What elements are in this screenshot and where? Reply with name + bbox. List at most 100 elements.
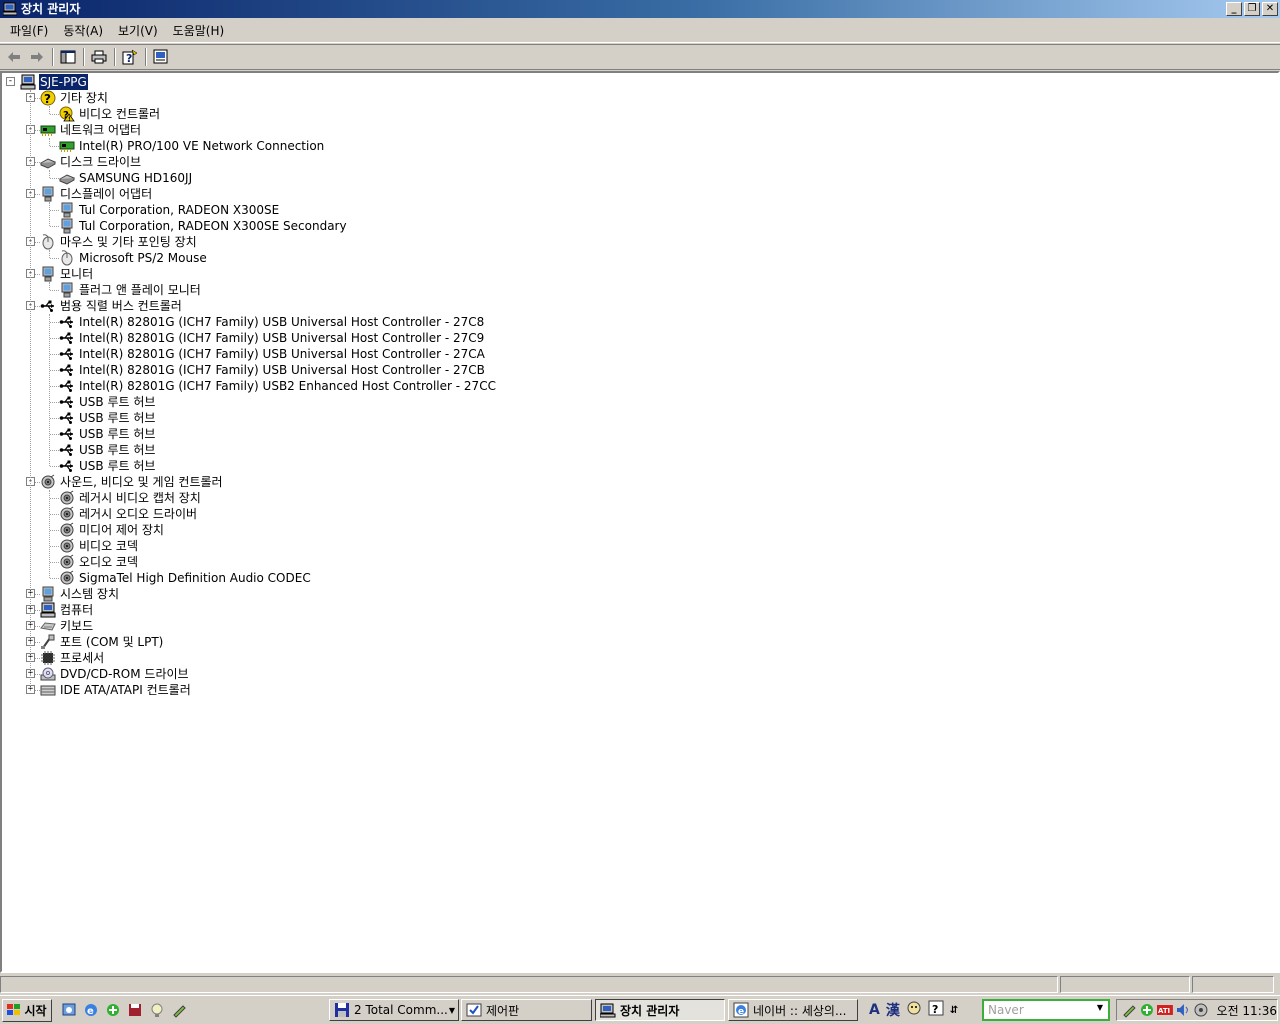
sound-icon: [59, 538, 75, 554]
tree-device-item[interactable]: 미디어 제어 장치: [59, 522, 165, 538]
tree-device-item[interactable]: USB 루트 허브: [59, 394, 156, 410]
menu-file[interactable]: 파일(F): [4, 20, 54, 41]
tree-device-item[interactable]: Microsoft PS/2 Mouse: [59, 250, 208, 266]
tree-device-item[interactable]: USB 루트 허브: [59, 410, 156, 426]
pen-icon[interactable]: [1121, 1002, 1137, 1018]
tree-device-item[interactable]: SigmaTel High Definition Audio CODEC: [59, 570, 312, 586]
ime-menu-icon[interactable]: ⇵: [950, 1005, 958, 1016]
usb-icon: [59, 362, 75, 378]
clock[interactable]: 오전 11:36: [1217, 1002, 1277, 1019]
tree-device-item[interactable]: Intel(R) 82801G (ICH7 Family) USB2 Enhan…: [59, 378, 497, 394]
tree-device-item[interactable]: USB 루트 허브: [59, 458, 156, 474]
tree-node-label: 기타 장치: [60, 91, 108, 105]
properties-icon[interactable]: [150, 47, 172, 67]
close-button[interactable]: ✕: [1262, 2, 1278, 16]
volume-icon[interactable]: [1175, 1002, 1191, 1018]
sound-icon: [59, 522, 75, 538]
back-arrow-icon[interactable]: [3, 47, 25, 67]
menu-help[interactable]: 도움말(H): [167, 20, 231, 41]
search-input[interactable]: Naver ▼: [982, 999, 1110, 1021]
usb-icon: [59, 330, 75, 346]
tree-category[interactable]: 디스크 드라이브: [39, 154, 142, 170]
forward-arrow-icon[interactable]: [26, 47, 48, 67]
tree-category[interactable]: 시스템 장치: [40, 586, 120, 602]
tree-device-item[interactable]: 레거시 비디오 캡처 장치: [59, 490, 202, 506]
minimize-button[interactable]: _: [1226, 2, 1242, 16]
tree-device-item[interactable]: USB 루트 허브: [59, 442, 156, 458]
tree-device-item[interactable]: 레거시 오디오 드라이버: [59, 506, 198, 522]
tree-node-label: DVD/CD-ROM 드라이브: [60, 667, 189, 681]
tree-root-computer[interactable]: SJE-PPG: [20, 73, 89, 91]
tree-category[interactable]: 디스플레이 어댑터: [40, 186, 153, 202]
tree-category[interactable]: 모니터: [40, 266, 94, 282]
tree-connector-line: [49, 170, 50, 178]
show-hide-tree-icon[interactable]: [57, 47, 79, 67]
print-icon[interactable]: [88, 47, 110, 67]
menu-action[interactable]: 동작(A): [57, 20, 109, 41]
task-label: 제어판: [486, 1003, 520, 1018]
system-device-icon: [40, 586, 56, 602]
tree-category[interactable]: 컴퓨터: [40, 602, 94, 618]
help-icon[interactable]: ?: [119, 47, 141, 67]
task-control-panel[interactable]: 제어판: [461, 999, 592, 1021]
collapse-toggle[interactable]: -: [6, 77, 15, 86]
ati-icon[interactable]: ATI: [1156, 1002, 1173, 1018]
tree-device-item[interactable]: Intel(R) 82801G (ICH7 Family) USB Univer…: [59, 362, 486, 378]
tree-device-item[interactable]: Intel(R) 82801G (ICH7 Family) USB Univer…: [59, 330, 485, 346]
tree-node-label: 미디어 제어 장치: [79, 523, 164, 537]
tree-device-item[interactable]: Intel(R) PRO/100 VE Network Connection: [59, 138, 325, 154]
tree-category[interactable]: 사운드, 비디오 및 게임 컨트롤러: [40, 474, 224, 490]
start-button[interactable]: 시작: [2, 998, 52, 1022]
green-plus-icon[interactable]: [102, 999, 124, 1021]
tree-category[interactable]: 마우스 및 기타 포인팅 장치: [40, 234, 198, 250]
usb-icon: [59, 394, 75, 410]
tree-connector-line: [49, 106, 50, 114]
save-disk-icon[interactable]: [124, 999, 146, 1021]
tree-category[interactable]: 포트 (COM 및 LPT): [40, 634, 164, 650]
tree-device-item[interactable]: 오디오 코덱: [59, 554, 139, 570]
tree-category[interactable]: IDE ATA/ATAPI 컨트롤러: [40, 682, 192, 698]
title-bar[interactable]: 장치 관리자 _ ❐ ✕: [0, 0, 1280, 18]
device-tree[interactable]: - SJE-PPG -? 기타 장치?! 비디오 컨트롤러 - 네트워크 어댑터 Intel(…: [0, 71, 1280, 973]
ime-hanja-toggle[interactable]: 漢: [886, 1000, 900, 1020]
tree-device-item[interactable]: Tul Corporation, RADEON X300SE: [59, 202, 280, 218]
tree-device-item[interactable]: 플러그 앤 플레이 모니터: [59, 282, 202, 298]
tree-device-item[interactable]: 비디오 코덱: [59, 538, 139, 554]
tree-category[interactable]: 범용 직렬 버스 컨트롤러: [40, 298, 183, 314]
ime-tool-icon[interactable]: [906, 1000, 922, 1020]
tree-category[interactable]: DVD/CD-ROM 드라이브: [40, 666, 190, 682]
tree-device-item[interactable]: Intel(R) 82801G (ICH7 Family) USB Univer…: [59, 346, 486, 362]
tree-device-item[interactable]: Intel(R) 82801G (ICH7 Family) USB Univer…: [59, 314, 485, 330]
tree-device-item[interactable]: SAMSUNG HD160JJ: [58, 170, 193, 186]
tree-connector-line: [50, 114, 59, 115]
tree-device-item[interactable]: USB 루트 허브: [59, 426, 156, 442]
ime-english-toggle[interactable]: A: [869, 1002, 880, 1018]
tree-connector-line: [50, 498, 59, 499]
tree-connector-line: [50, 322, 59, 323]
task-total-commander[interactable]: 2 Total Comm... ▼: [329, 999, 459, 1021]
green-plus-icon[interactable]: [1139, 1002, 1155, 1018]
floppy-disk-icon: [335, 1003, 349, 1017]
pen-icon[interactable]: [168, 999, 190, 1021]
internet-explorer-icon[interactable]: e: [80, 999, 102, 1021]
tree-category[interactable]: 네트워크 어댑터: [40, 122, 142, 138]
sound-device-icon[interactable]: [1193, 1002, 1209, 1018]
tree-category[interactable]: 키보드: [40, 618, 94, 634]
tree-node-label: Intel(R) 82801G (ICH7 Family) USB Univer…: [79, 347, 485, 361]
bulb-icon[interactable]: [146, 999, 168, 1021]
task-device-manager[interactable]: 장치 관리자: [595, 999, 725, 1021]
tree-node-label: 레거시 비디오 캡처 장치: [79, 491, 201, 505]
tree-category[interactable]: ? 기타 장치: [40, 90, 109, 106]
show-desktop-icon[interactable]: [58, 999, 80, 1021]
task-naver-browser[interactable]: e 네이버 :: 세상의...: [728, 999, 858, 1021]
menu-view[interactable]: 보기(V): [112, 20, 164, 41]
tree-device-item[interactable]: ?! 비디오 컨트롤러: [59, 106, 161, 123]
chevron-down-icon[interactable]: ▼: [1094, 1003, 1106, 1017]
tree-category[interactable]: 프로세서: [40, 650, 105, 666]
svg-text:e: e: [738, 1007, 744, 1017]
tree-device-item[interactable]: Tul Corporation, RADEON X300SE Secondary: [59, 218, 348, 234]
usb-icon: [59, 442, 75, 458]
ime-help-icon[interactable]: ?: [928, 1000, 944, 1020]
processor-icon: [40, 650, 56, 666]
restore-button[interactable]: ❐: [1244, 2, 1260, 16]
